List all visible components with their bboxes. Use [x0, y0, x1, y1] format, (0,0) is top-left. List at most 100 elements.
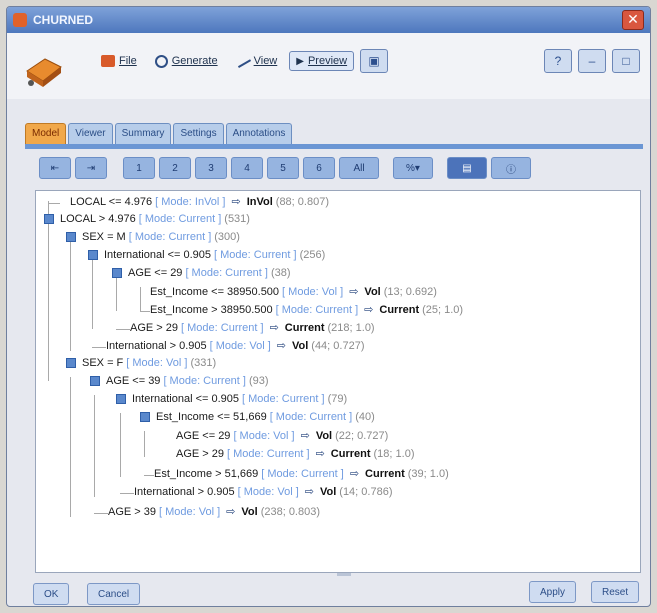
rules-view-icon[interactable]: ▤	[447, 157, 487, 179]
minimize-icon[interactable]: –	[578, 49, 606, 73]
ok-button[interactable]: OK	[33, 583, 70, 605]
model-nugget-icon	[26, 58, 62, 87]
node-condition: Est_Income > 38950.500	[150, 303, 273, 316]
arrow-icon: ⇨	[349, 468, 360, 480]
cancel-button[interactable]: Cancel	[87, 583, 141, 605]
node-prediction: Current	[379, 303, 420, 316]
tree-node[interactable]: AGE > 39 [ Mode: Vol ] ⇨ Vol (238; 0.803…	[108, 505, 321, 519]
node-condition: AGE <= 29	[176, 429, 231, 442]
collapse-toggle-icon[interactable]	[112, 268, 122, 278]
tree-node[interactable]: International > 0.905 [ Mode: Vol ] ⇨ Vo…	[134, 485, 392, 499]
header: File Generate View ▶ Preview ▣ ? – □	[7, 33, 650, 99]
tab-summary[interactable]: Summary	[114, 123, 172, 145]
tree-line	[144, 475, 154, 476]
tab-strip	[25, 144, 643, 149]
info-icon[interactable]: ⓘ	[491, 157, 531, 179]
node-count: (39; 1.0)	[407, 467, 449, 480]
node-prediction: Current	[330, 447, 371, 460]
level-6-button[interactable]: 6	[303, 157, 335, 179]
expand-icon[interactable]: ⇥	[75, 157, 107, 179]
node-condition: International > 0.905	[106, 339, 207, 352]
churned-dialog: CHURNED ✕ File Generate View ▶ Preview ▣…	[6, 6, 651, 607]
node-count: (93)	[248, 375, 269, 387]
tree-line	[92, 251, 93, 329]
node-mode: [ Mode: Current ]	[227, 447, 310, 460]
footer: OK Cancel Apply Reset	[7, 577, 650, 606]
collapse-toggle-icon[interactable]	[66, 232, 76, 242]
node-mode: [ Mode: Vol ]	[209, 339, 271, 352]
collapse-toggle-icon[interactable]	[90, 376, 100, 386]
close-button[interactable]: ✕	[622, 10, 644, 30]
arrow-icon: ⇨	[269, 322, 279, 334]
level-5-button[interactable]: 5	[267, 157, 299, 179]
tree-node[interactable]: SEX = F [ Mode: Vol ] (331)	[66, 357, 216, 369]
tab-viewer[interactable]: Viewer	[68, 123, 113, 145]
tree-node[interactable]: International > 0.905 [ Mode: Vol ] ⇨ Vo…	[106, 339, 364, 353]
tree-node[interactable]: AGE > 29 [ Mode: Current ] ⇨ Current (21…	[130, 321, 375, 335]
collapse-toggle-icon[interactable]	[66, 358, 76, 368]
tree-node[interactable]: Est_Income <= 38950.500 [ Mode: Vol ] ⇨ …	[150, 285, 437, 299]
collapse-toggle-icon[interactable]	[140, 412, 150, 422]
tree-node[interactable]: LOCAL > 4.976 [ Mode: Current ] (531)	[44, 213, 250, 225]
tab-model[interactable]: Model	[25, 123, 67, 145]
tree-node[interactable]: Est_Income <= 51,669 [ Mode: Current ] (…	[140, 411, 375, 423]
generate-menu[interactable]: Generate	[149, 52, 224, 71]
node-count: (18; 1.0)	[373, 447, 415, 460]
node-mode: [ Mode: Current ]	[138, 213, 222, 225]
tree-node[interactable]: International <= 0.905 [ Mode: Current ]…	[116, 393, 347, 405]
node-condition: Est_Income <= 51,669	[156, 411, 267, 423]
level-1-button[interactable]: 1	[123, 157, 155, 179]
node-prediction: Current	[365, 467, 405, 480]
tree-line	[94, 513, 108, 514]
arrow-icon: ⇨	[226, 506, 236, 518]
tree-node[interactable]: Est_Income > 38950.500 [ Mode: Current ]…	[150, 303, 463, 317]
node-condition: SEX = M	[82, 231, 126, 243]
collapse-toggle-icon[interactable]	[44, 214, 54, 224]
apply-button[interactable]: Apply	[529, 581, 577, 603]
tree-line	[140, 287, 141, 311]
help-icon[interactable]: ?	[544, 49, 572, 73]
arrow-icon: ⇨	[300, 430, 310, 442]
tree-node[interactable]: AGE <= 29 [ Mode: Vol ] ⇨ Vol (22; 0.727…	[176, 429, 388, 443]
export-icon[interactable]: ▣	[360, 49, 389, 73]
level-2-button[interactable]: 2	[159, 157, 191, 179]
tree-node[interactable]: AGE <= 29 [ Mode: Current ] (38)	[112, 267, 291, 279]
tab-settings[interactable]: Settings	[173, 123, 224, 145]
reset-button[interactable]: Reset	[591, 581, 640, 603]
node-mode: [ Mode: Current ]	[269, 411, 353, 423]
tab-annotations[interactable]: Annotations	[225, 123, 293, 145]
tree-node[interactable]: LOCAL <= 4.976 [ Mode: InVol ] ⇨ InVol (…	[70, 195, 329, 209]
tree-node[interactable]: SEX = M [ Mode: Current ] (300)	[66, 231, 240, 243]
node-condition: AGE > 29	[176, 447, 225, 460]
collapse-toggle-icon[interactable]	[116, 394, 126, 404]
tree-line	[116, 329, 130, 330]
maximize-icon[interactable]: □	[612, 49, 640, 73]
node-count: (38)	[270, 267, 291, 279]
title-bar: CHURNED ✕	[7, 7, 650, 33]
tree-node[interactable]: AGE <= 39 [ Mode: Current ] (93)	[90, 375, 269, 387]
level-3-button[interactable]: 3	[195, 157, 227, 179]
view-icon	[234, 54, 251, 68]
tree-node[interactable]: Est_Income > 51,669 [ Mode: Current ] ⇨ …	[154, 467, 449, 481]
play-icon: ▶	[296, 55, 304, 67]
node-mode: [ Mode: Current ]	[181, 321, 264, 334]
node-condition: LOCAL > 4.976	[60, 213, 136, 225]
preview-button[interactable]: ▶ Preview	[289, 51, 355, 71]
level-4-button[interactable]: 4	[231, 157, 263, 179]
file-menu[interactable]: File	[95, 52, 143, 70]
node-mode: [ Mode: Vol ]	[233, 429, 295, 442]
collapse-icon[interactable]: ⇤	[39, 157, 71, 179]
tree-node[interactable]: International <= 0.905 [ Mode: Current ]…	[88, 249, 325, 261]
node-condition: AGE > 29	[130, 321, 179, 334]
percent-dropdown[interactable]: %▾	[393, 157, 433, 179]
splitter-handle[interactable]	[337, 573, 351, 576]
collapse-toggle-icon[interactable]	[88, 250, 98, 260]
node-condition: AGE <= 29	[128, 267, 183, 279]
node-prediction: Vol	[291, 339, 309, 352]
node-count: (238; 0.803)	[260, 505, 321, 518]
tree-line	[48, 203, 60, 204]
node-prediction: Vol	[319, 485, 337, 498]
level-all-button[interactable]: All	[339, 157, 379, 179]
view-menu[interactable]: View	[230, 52, 284, 70]
tree-node[interactable]: AGE > 29 [ Mode: Current ] ⇨ Current (18…	[176, 447, 415, 461]
